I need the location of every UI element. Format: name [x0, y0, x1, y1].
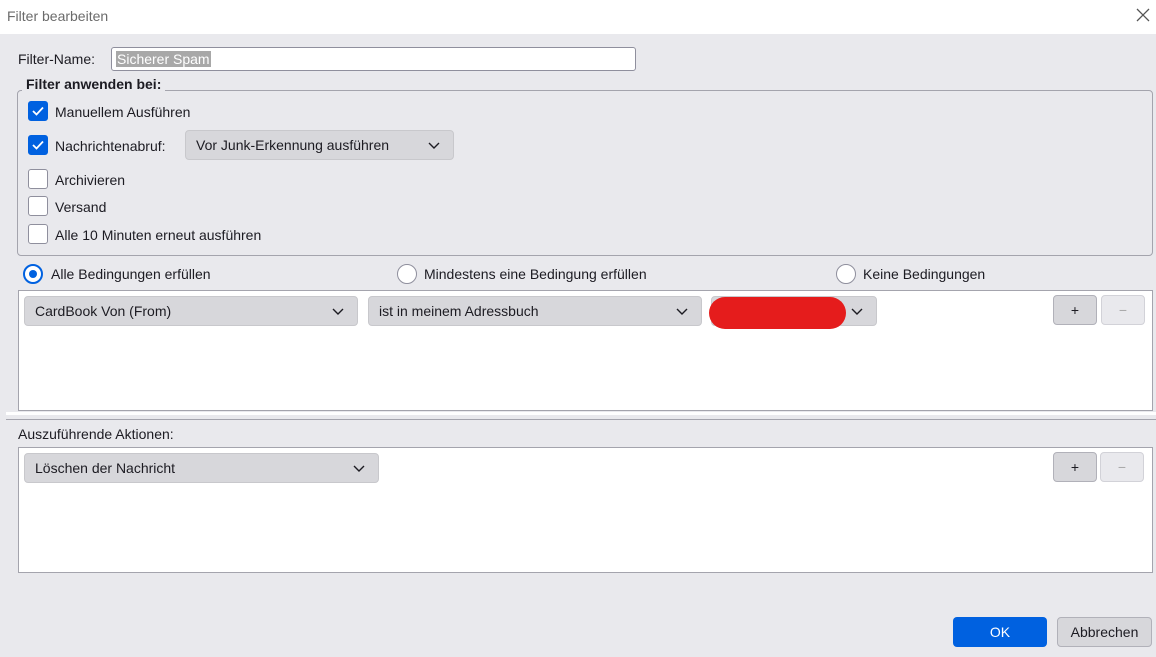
chevron-down-icon [331, 303, 347, 319]
checkbox-archive[interactable] [28, 169, 48, 189]
apply-section-legend: Filter anwenden bei: [22, 76, 166, 92]
condition-field-value: CardBook Von (From) [35, 303, 172, 319]
chevron-down-icon [352, 460, 368, 476]
action-dropdown[interactable]: Löschen der Nachricht [24, 453, 379, 483]
chevron-down-icon [675, 303, 691, 319]
fetch-timing-dropdown[interactable]: Vor Junk-Erkennung ausführen [185, 130, 454, 160]
radio-match-all[interactable] [23, 264, 43, 284]
checkbox-send[interactable] [28, 196, 48, 216]
condition-field-dropdown[interactable]: CardBook Von (From) [24, 296, 358, 326]
label-match-none: Keine Bedingungen [863, 266, 986, 282]
actions-label: Auszuführende Aktionen: [18, 426, 174, 442]
title-bar: Filter bearbeiten [0, 0, 1156, 34]
checkbox-periodic[interactable] [28, 224, 48, 244]
filter-name-value: Sicherer Spam [116, 51, 211, 67]
label-match-any: Mindestens eine Bedingung erfüllen [424, 266, 647, 282]
pane-splitter[interactable] [6, 412, 1156, 422]
ok-button[interactable]: OK [953, 617, 1047, 647]
checkmark-icon [32, 140, 44, 150]
chevron-down-icon [427, 137, 443, 153]
action-value: Löschen der Nachricht [35, 460, 176, 476]
checkbox-manual-run[interactable] [28, 101, 48, 121]
label-send: Versand [55, 199, 107, 215]
fetch-timing-value: Vor Junk-Erkennung ausführen [196, 137, 390, 153]
redaction-mark [709, 297, 846, 329]
label-archive: Archivieren [55, 172, 126, 188]
remove-action-button[interactable]: − [1100, 452, 1144, 482]
condition-operator-value: ist in meinem Adressbuch [379, 303, 539, 319]
cancel-button[interactable]: Abbrechen [1057, 617, 1152, 647]
filter-name-input[interactable]: Sicherer Spam [111, 47, 636, 71]
label-manual-run: Manuellem Ausführen [55, 104, 191, 120]
condition-operator-dropdown[interactable]: ist in meinem Adressbuch [368, 296, 702, 326]
label-periodic: Alle 10 Minuten erneut ausführen [55, 227, 262, 243]
remove-condition-button[interactable]: − [1101, 295, 1145, 325]
label-match-all: Alle Bedingungen erfüllen [51, 266, 211, 282]
add-condition-button[interactable]: + [1053, 295, 1097, 325]
add-action-button[interactable]: + [1053, 452, 1097, 482]
checkbox-fetch-mail[interactable] [28, 135, 48, 155]
radio-match-any[interactable] [397, 264, 417, 284]
radio-match-none[interactable] [836, 264, 856, 284]
chevron-down-icon [850, 303, 866, 319]
filter-name-label: Filter-Name: [18, 51, 96, 67]
window-title: Filter bearbeiten [7, 8, 109, 24]
checkmark-icon [32, 106, 44, 116]
label-fetch-mail: Nachrichtenabruf: [55, 138, 166, 154]
close-icon[interactable] [1133, 5, 1153, 25]
